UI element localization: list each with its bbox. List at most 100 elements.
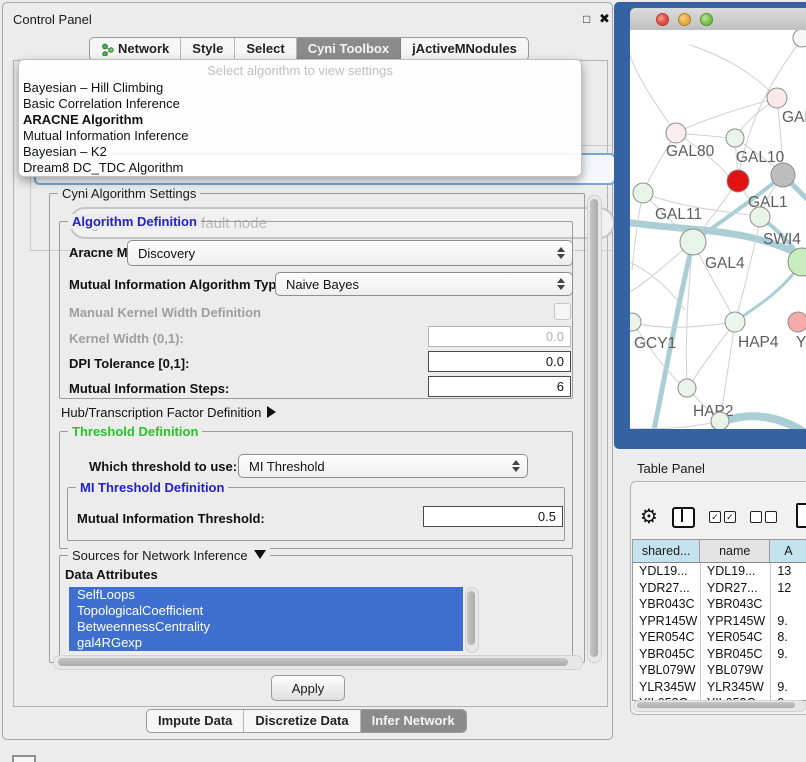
dpi-tolerance-field[interactable]: 0.0 bbox=[428, 351, 571, 372]
network-edge[interactable] bbox=[632, 322, 728, 327]
network-edge[interactable] bbox=[692, 322, 735, 382]
checked-pair-icon[interactable]: ✓✓ bbox=[709, 511, 736, 523]
table-row[interactable]: YLR345WYLR345W9. bbox=[633, 679, 806, 696]
table-cell[interactable]: 12 bbox=[771, 580, 806, 597]
table-cell[interactable]: YPR145W bbox=[633, 613, 701, 630]
apply-button[interactable]: Apply bbox=[271, 675, 345, 701]
network-node-gal[interactable] bbox=[767, 88, 787, 108]
gear-icon[interactable]: ⚙ bbox=[640, 507, 658, 527]
minimized-panel-icon[interactable] bbox=[12, 755, 36, 762]
table-cell[interactable]: YBR045C bbox=[633, 646, 701, 663]
table-cell[interactable]: YBR045C bbox=[701, 646, 771, 663]
table-row[interactable]: YER054CYER054C8. bbox=[633, 629, 806, 646]
network-node[interactable] bbox=[771, 163, 795, 187]
close-panel-icon[interactable]: ✖ bbox=[599, 11, 610, 27]
network-node[interactable] bbox=[793, 30, 806, 47]
tab-cyni-toolbox[interactable]: Cyni Toolbox bbox=[297, 38, 401, 60]
float-window-icon[interactable]: □ bbox=[583, 12, 590, 26]
table-column-header[interactable]: shared... bbox=[633, 540, 700, 562]
table-cell[interactable]: YER054C bbox=[701, 629, 771, 646]
table-cell[interactable]: YBR043C bbox=[633, 596, 701, 613]
network-node-hap4[interactable] bbox=[725, 312, 745, 332]
dropdown-item[interactable]: Bayesian – K2 bbox=[19, 144, 581, 160]
attribute-list-item[interactable]: SelfLoops bbox=[69, 587, 463, 603]
unchecked-pair-icon[interactable] bbox=[750, 511, 777, 523]
table-column-header[interactable]: name bbox=[700, 540, 770, 562]
network-canvas[interactable]: GALGAL80GAL10GAL1GAL11SWI4GAL4GCY1HAP4YH… bbox=[630, 30, 806, 429]
attribute-list-item[interactable]: BetweennessCentrality bbox=[69, 619, 463, 635]
table-cell[interactable]: 9. bbox=[771, 679, 806, 696]
manual-kernel-checkbox[interactable] bbox=[554, 303, 571, 320]
attribute-list-item[interactable]: gal4RGexp bbox=[69, 635, 463, 651]
table-cell[interactable] bbox=[771, 596, 806, 613]
table-row[interactable]: YDL19...YDL19...13 bbox=[633, 563, 806, 580]
table-row[interactable]: YBR045CYBR045C9. bbox=[633, 646, 806, 663]
table-cell[interactable]: 13 bbox=[771, 563, 806, 580]
table-cell[interactable]: YBL079W bbox=[701, 662, 771, 679]
table-cell[interactable]: YDR27... bbox=[633, 580, 701, 597]
network-window-titlebar[interactable] bbox=[630, 8, 806, 31]
network-node-gcy1[interactable] bbox=[630, 313, 641, 331]
network-node-gal80[interactable] bbox=[666, 123, 686, 143]
sources-group-title[interactable]: Sources for Network Inference bbox=[68, 548, 270, 563]
dropdown-item[interactable]: Basic Correlation Inference bbox=[19, 96, 581, 112]
settings-hscrollbar[interactable] bbox=[53, 655, 583, 670]
mi-threshold-field[interactable]: 0.5 bbox=[423, 506, 563, 527]
dropdown-item[interactable]: Mutual Information Inference bbox=[19, 128, 581, 144]
settings-vscrollbar[interactable] bbox=[587, 195, 602, 663]
tab-select[interactable]: Select bbox=[235, 38, 296, 60]
columns-icon[interactable] bbox=[672, 507, 695, 528]
bottom-tab-infer-network[interactable]: Infer Network bbox=[361, 710, 466, 732]
network-edge[interactable] bbox=[630, 55, 676, 133]
close-traffic-light-icon[interactable] bbox=[656, 13, 669, 26]
network-edge[interactable] bbox=[690, 45, 777, 98]
tab-style[interactable]: Style bbox=[181, 38, 235, 60]
table-cell[interactable]: YLR345W bbox=[701, 679, 771, 696]
network-edge[interactable] bbox=[632, 193, 643, 270]
kernel-width-field[interactable]: 0.0 bbox=[428, 326, 571, 347]
table-cell[interactable]: YBR043C bbox=[701, 596, 771, 613]
table-cell[interactable]: YDR27... bbox=[701, 580, 771, 597]
network-node-hap2[interactable] bbox=[678, 379, 696, 397]
table-column-header[interactable]: A bbox=[770, 540, 806, 562]
network-edge[interactable] bbox=[721, 322, 735, 414]
attribute-list-item[interactable]: TopologicalCoefficient bbox=[69, 603, 463, 619]
table-cell[interactable]: 8. bbox=[771, 629, 806, 646]
aracne-mode-combo[interactable]: Discovery bbox=[127, 240, 573, 266]
network-node-gal1[interactable] bbox=[727, 170, 749, 192]
bottom-tab-discretize-data[interactable]: Discretize Data bbox=[244, 710, 360, 732]
tab-jactivemnodules[interactable]: jActiveMNodules bbox=[401, 38, 528, 60]
minimize-traffic-light-icon[interactable] bbox=[678, 13, 691, 26]
table-cell[interactable]: 9. bbox=[771, 613, 806, 630]
table-row[interactable]: YBL079WYBL079W bbox=[633, 662, 806, 679]
mi-type-combo[interactable]: Naive Bayes bbox=[275, 272, 573, 296]
network-node-gal10[interactable] bbox=[726, 129, 744, 147]
network-node-y[interactable] bbox=[788, 312, 806, 332]
table-cell[interactable]: YDL19... bbox=[633, 563, 701, 580]
network-node-swi4[interactable] bbox=[750, 207, 770, 227]
dropdown-item[interactable]: ARACNE Algorithm bbox=[19, 112, 581, 128]
table-row[interactable]: YBR043CYBR043C bbox=[633, 596, 806, 613]
mi-steps-field[interactable]: 6 bbox=[428, 376, 571, 397]
table-cell[interactable]: YLR345W bbox=[633, 679, 701, 696]
dropdown-item[interactable]: Bayesian – Hill Climbing bbox=[19, 80, 581, 96]
zoom-traffic-light-icon[interactable] bbox=[700, 13, 713, 26]
which-threshold-combo[interactable]: MI Threshold bbox=[238, 454, 528, 478]
hub-definition-expander[interactable]: Hub/Transcription Factor Definition bbox=[61, 405, 276, 420]
table-row[interactable]: YPR145WYPR145W9. bbox=[633, 613, 806, 630]
table-row[interactable]: YDR27...YDR27...12 bbox=[633, 580, 806, 597]
bottom-tab-impute-data[interactable]: Impute Data bbox=[147, 710, 244, 732]
table-cell[interactable]: YDL19... bbox=[701, 563, 771, 580]
dropdown-item[interactable]: Dream8 DC_TDC Algorithm bbox=[19, 160, 581, 176]
tab-network[interactable]: Network bbox=[90, 38, 181, 60]
network-edge[interactable] bbox=[630, 260, 685, 310]
attribute-list-scrollbar[interactable] bbox=[465, 587, 479, 653]
table-cell[interactable]: 9. bbox=[771, 646, 806, 663]
network-node-gal4[interactable] bbox=[680, 229, 706, 255]
network-node-gal11[interactable] bbox=[633, 183, 653, 203]
table-cell[interactable]: YER054C bbox=[633, 629, 701, 646]
table-cell[interactable] bbox=[771, 662, 806, 679]
document-icon[interactable] bbox=[796, 503, 806, 528]
table-cell[interactable]: YBL079W bbox=[633, 662, 701, 679]
table-hscrollbar[interactable] bbox=[633, 700, 806, 712]
